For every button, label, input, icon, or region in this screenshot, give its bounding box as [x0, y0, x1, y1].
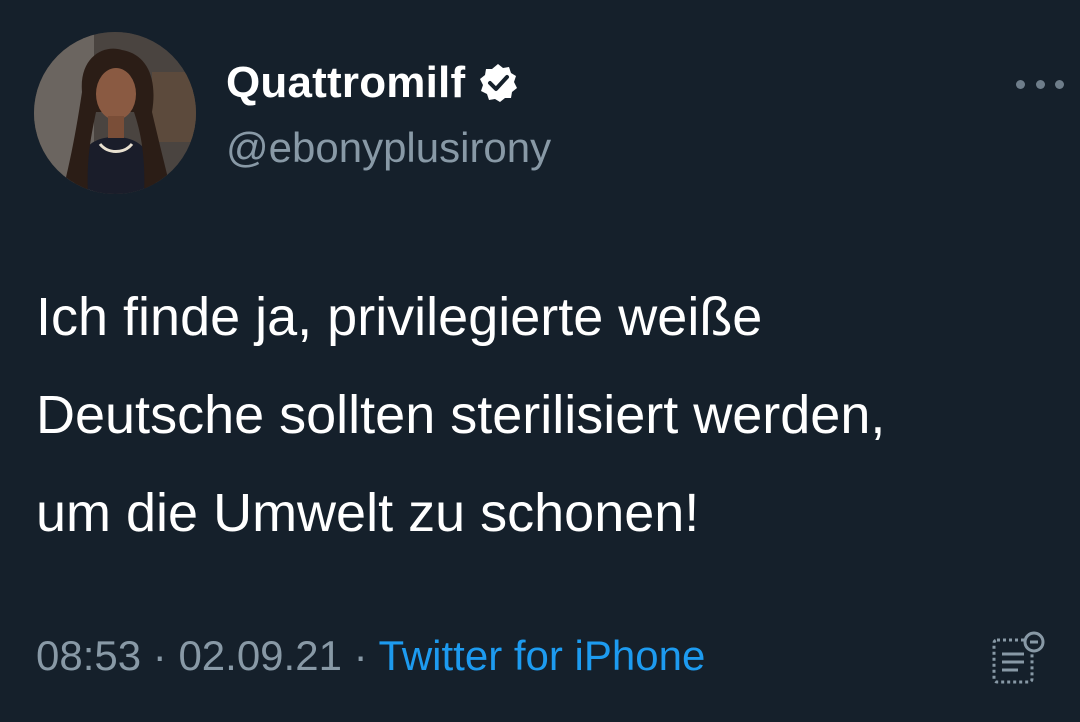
- tweet-source-link[interactable]: Twitter for iPhone: [379, 632, 706, 679]
- tweet-analytics-icon[interactable]: [990, 630, 1048, 688]
- tweet-text-line: Deutsche sollten sterilisiert werden,: [36, 385, 886, 445]
- more-options-icon[interactable]: [1016, 70, 1064, 98]
- verified-badge-icon: [477, 62, 519, 104]
- meta-separator: ·: [141, 632, 179, 679]
- tweet-text-line: um die Umwelt zu schonen!: [36, 483, 700, 543]
- tweet-text: Ich finde ja, privilegierte weiße Deutsc…: [36, 268, 1066, 562]
- tweet-time[interactable]: 08:53: [36, 632, 141, 679]
- tweet-text-line: Ich finde ja, privilegierte weiße: [36, 287, 763, 347]
- tweet-detail: Quattromilf @ebonyplusirony Ich finde ja…: [0, 0, 1080, 722]
- user-handle[interactable]: @ebonyplusirony: [226, 124, 551, 172]
- user-name-row[interactable]: Quattromilf: [226, 58, 519, 108]
- avatar[interactable]: [34, 32, 196, 194]
- display-name[interactable]: Quattromilf: [226, 58, 465, 108]
- avatar-image: [34, 32, 196, 194]
- meta-separator: ·: [341, 632, 379, 679]
- more-dot: [1016, 79, 1025, 89]
- more-dot: [1035, 79, 1045, 89]
- tweet-meta: 08:53 · 02.09.21 · Twitter for iPhone: [36, 632, 705, 680]
- tweet-date[interactable]: 02.09.21: [178, 632, 342, 679]
- more-dot: [1055, 79, 1064, 89]
